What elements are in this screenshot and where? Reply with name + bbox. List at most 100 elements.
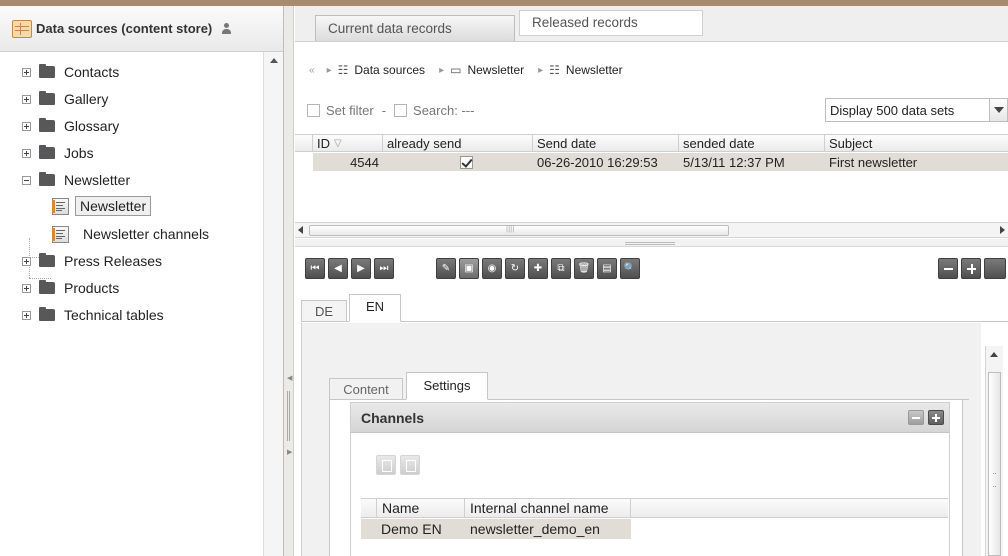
breadcrumb-separator-icon: ▸	[439, 64, 445, 76]
copy-icon[interactable]: ⧉	[551, 258, 571, 279]
new-record-icon[interactable]: ✚	[528, 258, 548, 279]
tree-item-glossary[interactable]: Glossary	[22, 116, 119, 136]
scroll-left-arrow-icon[interactable]	[298, 226, 303, 234]
tree-item-newsletter-table[interactable]: Newsletter	[52, 194, 152, 218]
column-header-empty	[631, 499, 948, 517]
delete-icon[interactable]	[400, 455, 420, 475]
tree-item-label: Products	[64, 280, 120, 296]
column-header-name[interactable]: Name	[377, 499, 465, 517]
expand-plus-icon[interactable]	[22, 148, 31, 158]
tree-item-jobs[interactable]: Jobs	[22, 143, 94, 163]
scrollbar-thumb[interactable]	[988, 372, 1001, 556]
panel-splitter[interactable]: ◀ ▶	[284, 6, 294, 556]
column-header-id[interactable]: ID ▽	[313, 135, 383, 151]
tab-language-de[interactable]: DE	[301, 300, 347, 322]
cell-already-send	[383, 153, 533, 171]
edit-record-icon[interactable]: ✎	[436, 258, 456, 279]
scroll-up-arrow-icon[interactable]	[270, 58, 278, 63]
breadcrumb-separator-icon: ▸	[538, 64, 544, 76]
collapse-minus-icon[interactable]	[22, 175, 31, 185]
set-filter-checkbox[interactable]	[307, 103, 320, 117]
tree-item-label: Jobs	[64, 145, 94, 161]
record-toolbar: ⏮ ◀ ▶ ⏭ ✎ ▣ ◉ ↻ ✚ ⧉ 🗑 ▤ 🔍	[295, 258, 1008, 282]
tree-scrollbar[interactable]	[263, 52, 283, 556]
first-record-icon[interactable]: ⏮	[305, 258, 325, 279]
sort-descending-icon[interactable]: ▽	[334, 138, 342, 149]
table-header-row: ID ▽ already send Send date sended date …	[295, 134, 1008, 152]
left-panel-header: Data sources (content store)	[0, 6, 283, 52]
scrollbar-thumb[interactable]	[309, 224, 729, 236]
column-header-subject[interactable]: Subject	[825, 135, 1008, 151]
horizontal-splitter[interactable]	[295, 239, 1008, 247]
tab-released-records[interactable]: Released records	[519, 10, 703, 36]
next-record-icon[interactable]: ▶	[351, 258, 371, 279]
user-icon[interactable]	[222, 23, 232, 34]
copy-icon[interactable]	[376, 455, 396, 475]
set-filter-label: Set filter	[326, 102, 374, 118]
expand-all-icon[interactable]	[961, 258, 981, 279]
search-icon[interactable]: 🔍	[620, 258, 640, 279]
column-header-already-send[interactable]: already send	[383, 135, 533, 151]
column-header-send-date[interactable]: Send date	[533, 135, 679, 151]
folder-icon	[39, 253, 55, 267]
expand-plus-icon[interactable]	[22, 94, 31, 104]
tree-item-newsletter[interactable]: Newsletter	[22, 170, 130, 190]
tab-settings[interactable]: Settings	[406, 372, 488, 400]
tree-item-products[interactable]: Products	[22, 278, 119, 298]
arrow-right-icon[interactable]: ▶	[287, 448, 292, 456]
expand-plus-icon[interactable]	[22, 256, 31, 266]
table-row[interactable]: Demo EN newsletter_demo_en	[361, 519, 948, 539]
display-count-select[interactable]: Display 500 data sets	[825, 98, 1008, 122]
tab-content[interactable]: Content	[329, 378, 403, 400]
splitter-grip[interactable]	[287, 391, 290, 441]
preview-icon[interactable]: ◉	[482, 258, 502, 279]
table-horizontal-scrollbar[interactable]	[295, 222, 1008, 238]
expand-plus-icon[interactable]	[22, 283, 31, 293]
search-checkbox[interactable]	[394, 103, 408, 117]
tab-language-en[interactable]: EN	[349, 294, 401, 322]
save-icon[interactable]: ▣	[459, 258, 479, 279]
previous-record-icon[interactable]: ◀	[328, 258, 348, 279]
table-document-icon	[52, 197, 69, 215]
scroll-right-arrow-icon[interactable]	[1000, 226, 1005, 234]
expand-plus-icon[interactable]	[22, 121, 31, 131]
tree-item-label: Gallery	[64, 91, 109, 107]
checkbox-checked-icon[interactable]	[459, 155, 473, 169]
display-count-value: Display 500 data sets	[830, 102, 955, 118]
scroll-up-arrow-icon[interactable]	[990, 352, 998, 357]
tree-item-press-releases[interactable]: Press Releases	[22, 251, 162, 271]
column-header-internal-channel-name[interactable]: Internal channel name	[465, 499, 631, 517]
folder-outline-icon: ▭	[450, 63, 462, 77]
layout-icon[interactable]: ▤	[597, 258, 617, 279]
chevron-down-icon[interactable]	[989, 99, 1007, 121]
tree-item-newsletter-channels[interactable]: Newsletter channels	[52, 222, 209, 246]
column-header-sended-date[interactable]: sended date	[679, 135, 825, 151]
expand-plus-icon[interactable]	[22, 67, 31, 77]
table-header-row: Name Internal channel name	[361, 498, 948, 518]
breadcrumb-separator-icon: ▸	[326, 64, 332, 76]
expand-plus-icon[interactable]	[928, 410, 944, 425]
table-row[interactable]: 4544 06-26-2010 16:29:53 5/13/11 12:37 P…	[295, 153, 1008, 171]
breadcrumb-item-data-sources[interactable]: Data sources	[354, 63, 425, 77]
tab-current-data-records[interactable]: Current data records	[315, 15, 515, 41]
breadcrumb-item-newsletter-folder[interactable]: Newsletter	[467, 63, 524, 77]
tree-item-label: Contacts	[64, 64, 120, 80]
breadcrumb-item-newsletter-table[interactable]: Newsletter	[566, 63, 623, 77]
folder-icon	[39, 172, 55, 186]
expand-plus-icon[interactable]	[22, 310, 31, 320]
breadcrumb-back-icon[interactable]: «	[309, 65, 315, 76]
arrow-left-icon[interactable]: ◀	[287, 374, 292, 382]
last-record-icon[interactable]: ⏭	[374, 258, 394, 279]
tree-item-gallery[interactable]: Gallery	[22, 89, 108, 109]
cell-name: Demo EN	[361, 519, 465, 539]
splitter-grip[interactable]	[625, 242, 675, 245]
data-source-tree: Contacts Gallery Glossary Jobs Newslette…	[0, 52, 262, 556]
tree-item-technical-tables[interactable]: Technical tables	[22, 305, 164, 325]
popout-icon[interactable]	[984, 258, 1006, 279]
tree-item-contacts[interactable]: Contacts	[22, 62, 119, 82]
collapse-all-icon[interactable]	[938, 258, 958, 279]
delete-icon[interactable]: 🗑	[574, 258, 594, 279]
refresh-icon[interactable]: ↻	[505, 258, 525, 279]
collapse-minus-icon[interactable]	[908, 410, 924, 425]
editor-vertical-scrollbar[interactable]	[985, 346, 1003, 556]
